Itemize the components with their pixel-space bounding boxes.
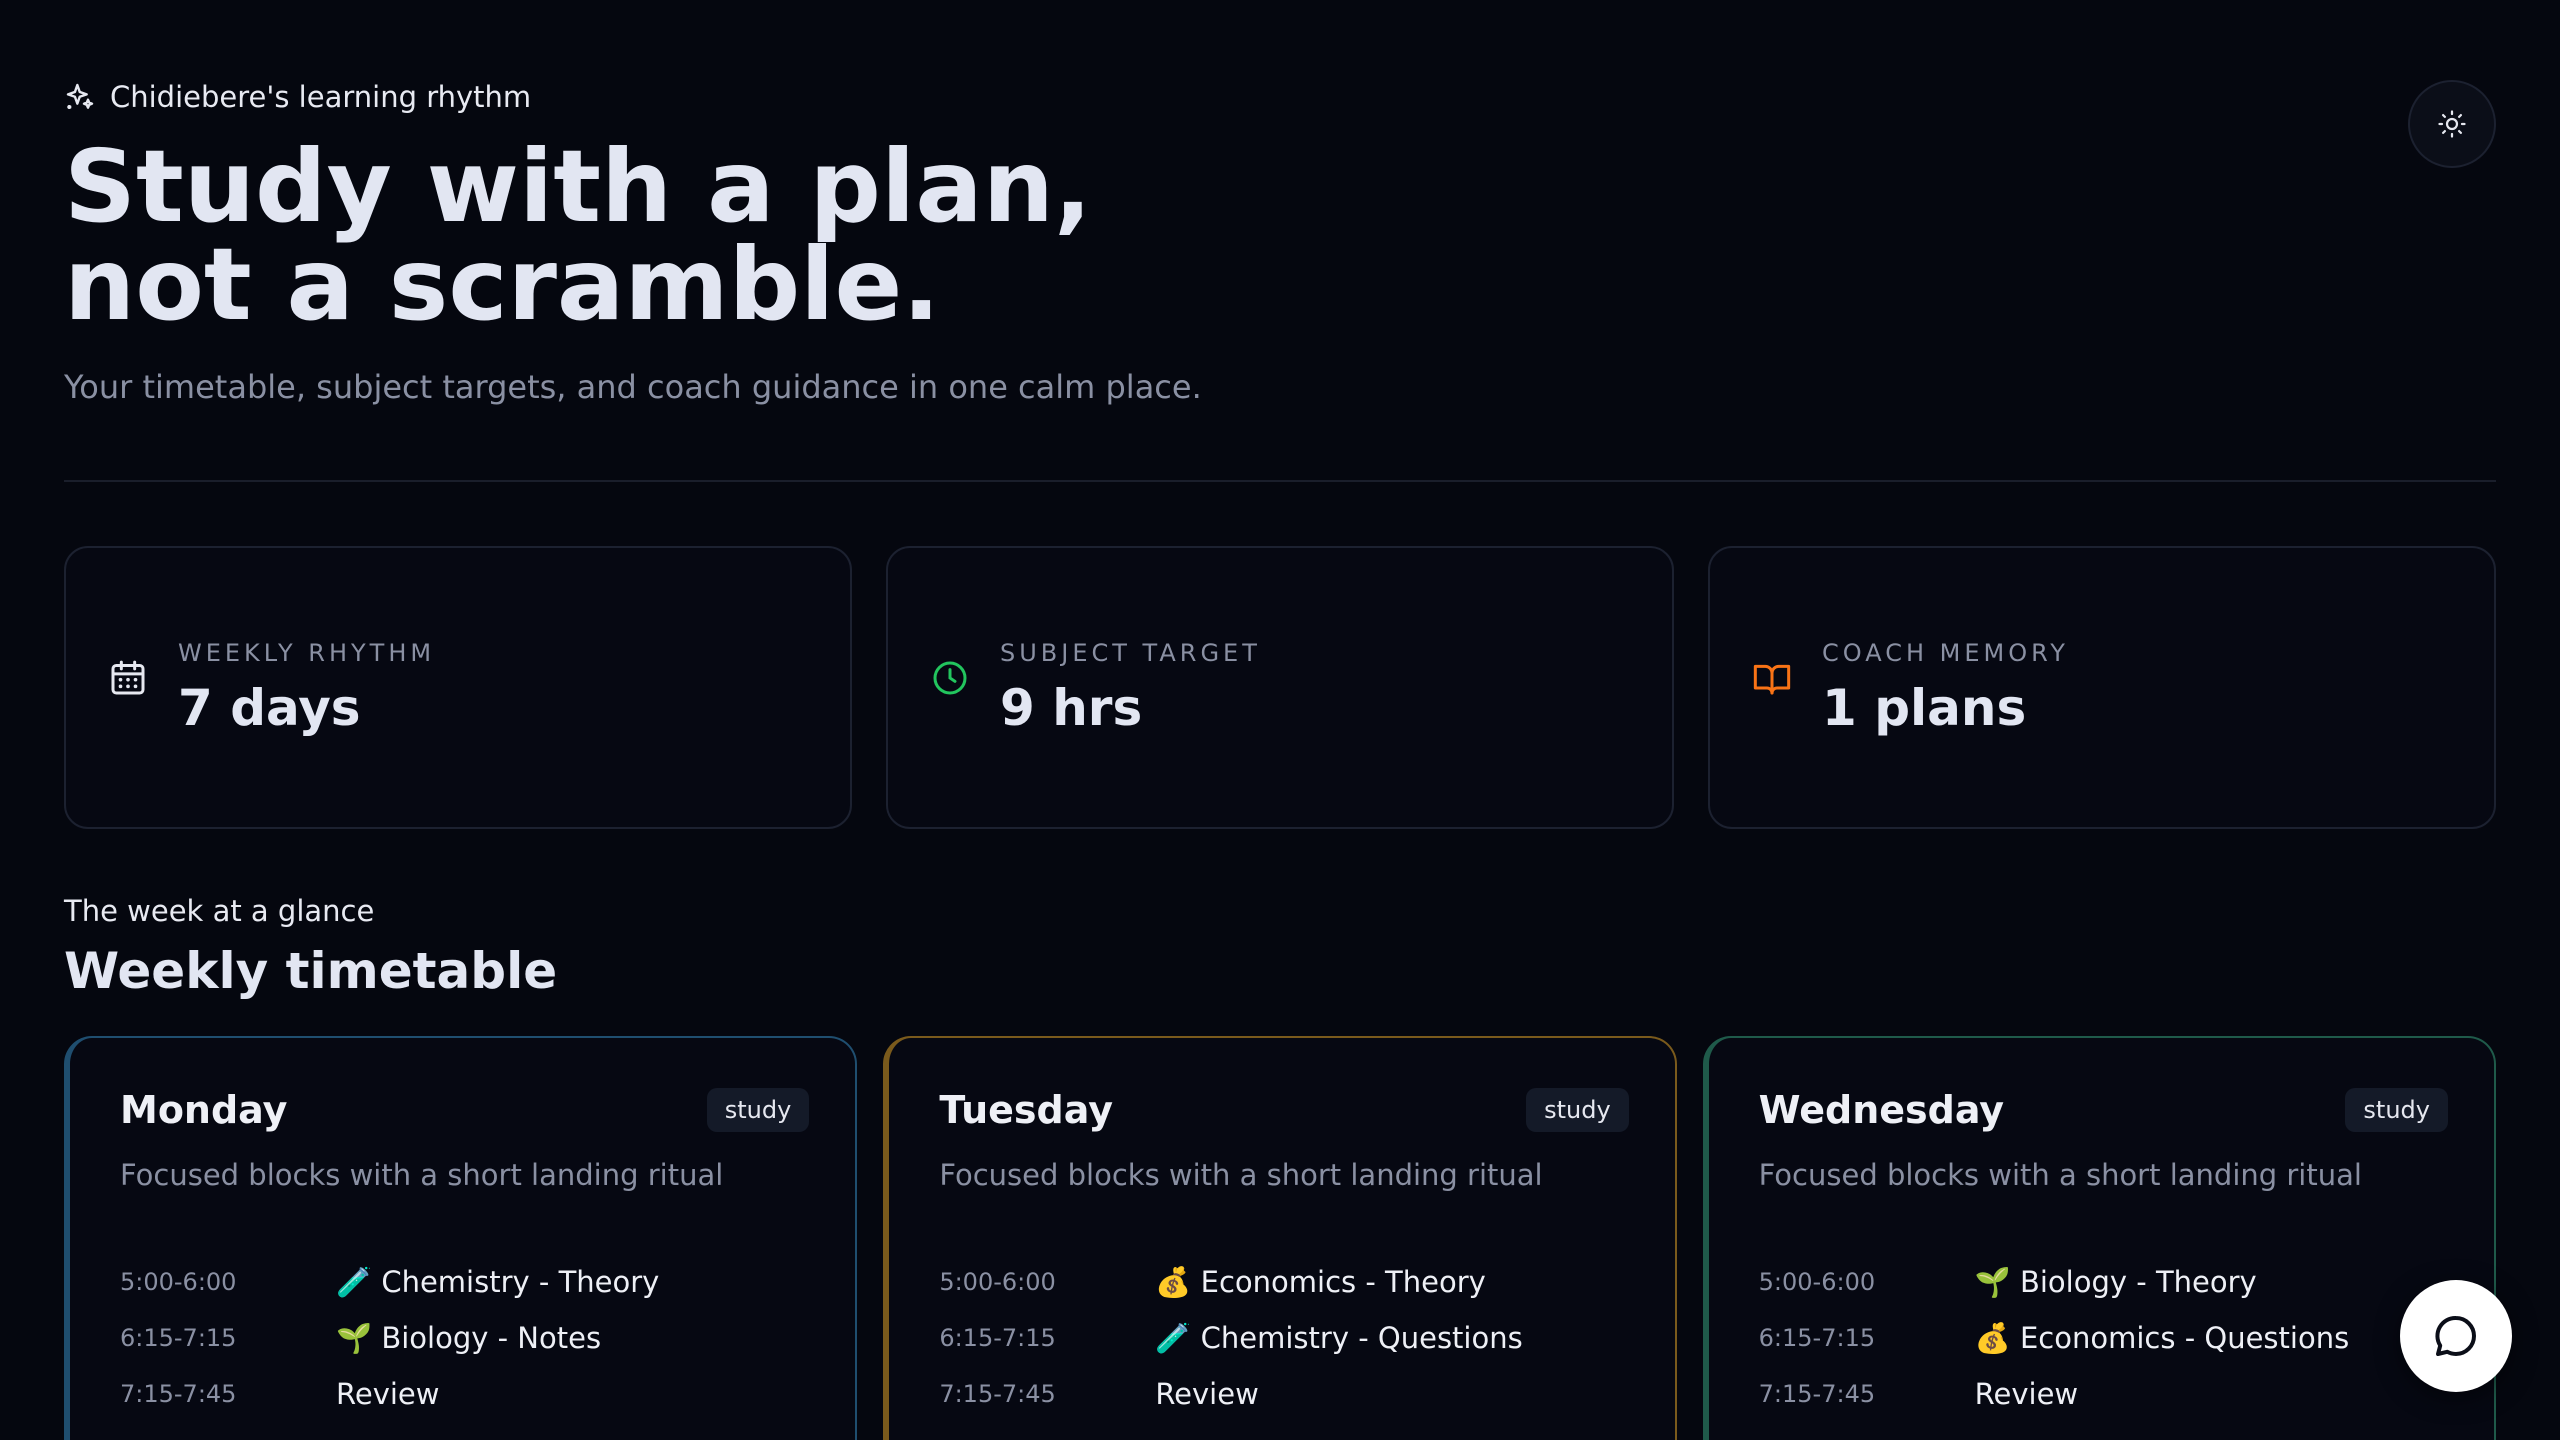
- slot-subject: 💰 Economics - Questions: [1974, 1320, 2350, 1355]
- page-subtitle: Your timetable, subject targets, and coa…: [64, 368, 1202, 406]
- section-title: Weekly timetable: [64, 942, 558, 1000]
- day-description: Focused blocks with a short landing ritu…: [939, 1158, 1543, 1192]
- slot-row: 7:15-7:45 Review: [939, 1366, 1628, 1422]
- stat-label: WEEKLY RHYTHM: [178, 638, 436, 667]
- slot-time: 5:00-6:00: [120, 1268, 237, 1296]
- slot-subject: 🧪 Chemistry - Questions: [1155, 1320, 1523, 1355]
- slot-row: 6:15-7:15 🌱 Biology - Notes: [120, 1310, 809, 1366]
- day-tag: study: [1526, 1088, 1629, 1132]
- book-icon: [1753, 664, 1791, 694]
- stat-card-subject-target: SUBJECT TARGET 9 hrs: [886, 546, 1674, 829]
- slot-subject: 🌱 Biology - Notes: [336, 1320, 602, 1355]
- stat-label: COACH MEMORY: [1822, 638, 2069, 667]
- slot-row: 7:15-7:45 Review: [120, 1366, 809, 1422]
- day-name: Monday: [120, 1088, 288, 1132]
- clock-icon: [933, 661, 967, 694]
- day-card-wednesday[interactable]: Wednesday study Focused blocks with a sh…: [1702, 1036, 2496, 1440]
- slot-list: 5:00-6:00 🌱 Biology - Theory 6:15-7:15 💰…: [1759, 1254, 2448, 1422]
- slot-subject: 🧪 Chemistry - Theory: [336, 1264, 660, 1299]
- slot-list: 5:00-6:00 💰 Economics - Theory 6:15-7:15…: [939, 1254, 1628, 1422]
- day-description: Focused blocks with a short landing ritu…: [120, 1158, 724, 1192]
- page-title-line2: not a scramble.: [64, 226, 941, 343]
- day-card-monday[interactable]: Monday study Focused blocks with a short…: [64, 1036, 858, 1440]
- stat-value: 9 hrs: [1000, 678, 1143, 737]
- sparkles-icon: [66, 83, 94, 109]
- calendar-icon: [111, 660, 145, 694]
- day-name: Wednesday: [1758, 1088, 2005, 1132]
- page-title: Study with a plan, not a scramble.: [64, 137, 1092, 335]
- stat-value: 7 days: [178, 678, 361, 737]
- slot-time: 6:15-7:15: [1758, 1324, 1876, 1352]
- slot-row: 5:00-6:00 🧪 Chemistry - Theory: [120, 1254, 809, 1310]
- page: Chidiebere's learning rhythm Study with …: [0, 0, 2560, 1440]
- slot-row: 6:15-7:15 🧪 Chemistry - Questions: [939, 1310, 1628, 1366]
- section-eyebrow: The week at a glance: [64, 894, 375, 928]
- slot-time: 6:15-7:15: [939, 1324, 1056, 1352]
- header-divider: [64, 480, 2496, 482]
- slot-subject: 🌱 Biology - Theory: [1974, 1264, 2257, 1299]
- day-card-tuesday[interactable]: Tuesday study Focused blocks with a shor…: [883, 1036, 1677, 1440]
- slot-row: 7:15-7:45 Review: [1759, 1366, 2448, 1422]
- slot-time: 6:15-7:15: [120, 1324, 237, 1352]
- slot-time: 7:15-7:45: [1758, 1380, 1876, 1408]
- slot-time: 5:00-6:00: [1758, 1268, 1876, 1296]
- theme-toggle-button[interactable]: [2408, 80, 2496, 168]
- slot-list: 5:00-6:00 🧪 Chemistry - Theory 6:15-7:15…: [120, 1254, 809, 1422]
- stat-value: 1 plans: [1822, 678, 2027, 737]
- slot-time: 7:15-7:45: [939, 1380, 1056, 1408]
- chat-button[interactable]: [2400, 1280, 2512, 1392]
- day-tag: study: [706, 1088, 810, 1132]
- slot-time: 5:00-6:00: [939, 1268, 1056, 1296]
- slot-subject: Review: [1155, 1377, 1259, 1411]
- weekly-timetable: Monday study Focused blocks with a short…: [64, 1036, 2496, 1440]
- sun-icon: [2438, 110, 2466, 138]
- day-description: Focused blocks with a short landing ritu…: [1758, 1158, 2362, 1192]
- slot-subject: 💰 Economics - Theory: [1155, 1264, 1486, 1299]
- stat-card-coach-memory: COACH MEMORY 1 plans: [1708, 546, 2496, 829]
- slot-subject: Review: [1974, 1377, 2079, 1411]
- slot-row: 5:00-6:00 💰 Economics - Theory: [939, 1254, 1628, 1310]
- day-name: Tuesday: [939, 1088, 1113, 1132]
- stat-card-weekly-rhythm: WEEKLY RHYTHM 7 days: [64, 546, 852, 829]
- slot-row: 6:15-7:15 💰 Economics - Questions: [1759, 1310, 2448, 1366]
- slot-time: 7:15-7:45: [120, 1380, 237, 1408]
- header-eyebrow-text: Chidiebere's learning rhythm: [110, 80, 532, 114]
- day-tag: study: [2345, 1088, 2448, 1132]
- slot-subject: Review: [336, 1377, 440, 1411]
- chat-bubble-icon: [2435, 1315, 2476, 1356]
- slot-row: 5:00-6:00 🌱 Biology - Theory: [1759, 1254, 2448, 1310]
- stats-row: WEEKLY RHYTHM 7 days SUBJECT TARGET 9 hr…: [64, 546, 2496, 829]
- stat-label: SUBJECT TARGET: [1000, 638, 1261, 667]
- header-eyebrow: Chidiebere's learning rhythm: [64, 80, 531, 114]
